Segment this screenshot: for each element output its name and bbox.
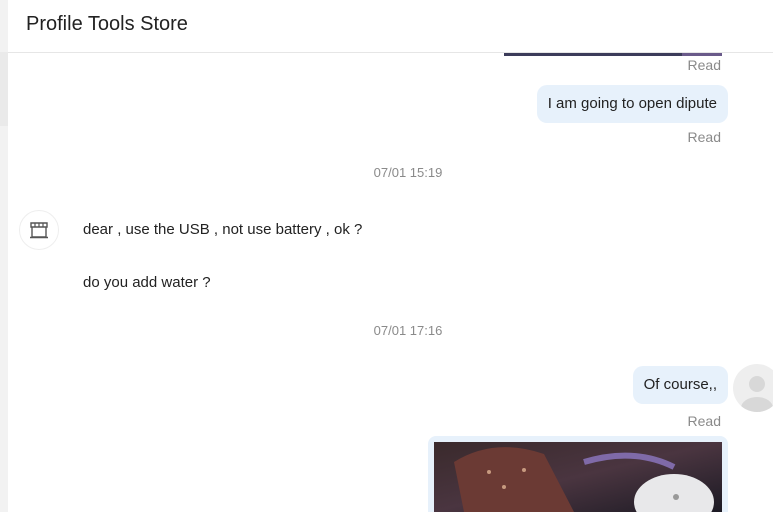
message-list[interactable]: Read I am going to open dipute Read 07/0…: [8, 53, 773, 512]
outgoing-message-bubble[interactable]: Of course,,: [632, 366, 728, 404]
incoming-message[interactable]: dear , use the USB , not use battery , o…: [83, 221, 362, 238]
outgoing-message-bubble[interactable]: I am going to open dipute: [536, 85, 728, 123]
chat-header: Profile Tools Store: [8, 0, 773, 53]
incoming-message[interactable]: do you add water ?: [83, 274, 211, 291]
previous-image-message-edge[interactable]: [504, 53, 722, 56]
store-icon: [30, 222, 48, 239]
user-silhouette-icon: [741, 376, 773, 412]
read-receipt: Read: [687, 413, 721, 429]
read-receipt: Read: [687, 129, 721, 145]
photo-thumbnail: [434, 442, 722, 512]
image-attachment[interactable]: [434, 442, 722, 512]
user-avatar[interactable]: [733, 364, 773, 412]
store-avatar[interactable]: [19, 210, 59, 250]
left-rail-selected-item[interactable]: [0, 52, 8, 126]
timestamp-divider: 07/01 17:16: [373, 323, 443, 338]
read-receipt: Read: [687, 57, 721, 73]
timestamp-divider: 07/01 15:19: [373, 165, 443, 180]
store-title[interactable]: Profile Tools Store: [26, 13, 188, 36]
